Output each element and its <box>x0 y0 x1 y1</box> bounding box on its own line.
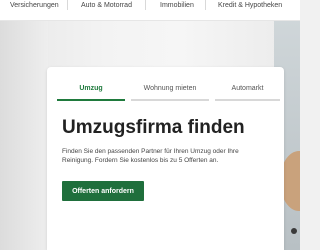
tab-indicator <box>215 99 280 101</box>
nav-item-auto-motorrad[interactable]: Auto & Motorrad <box>81 2 132 9</box>
nav-item-versicherungen[interactable]: Versicherungen <box>10 2 59 9</box>
tab-label: Umzug <box>79 85 103 92</box>
page-title: Umzugsfirma finden <box>62 117 245 138</box>
request-offers-button[interactable]: Offerten anfordern <box>62 181 144 201</box>
tab-label: Automarkt <box>231 85 264 92</box>
nav-divider <box>145 0 146 10</box>
nav-divider <box>67 0 68 10</box>
nav-divider <box>205 0 206 10</box>
hero-photo-detail <box>291 228 297 234</box>
top-navigation: Versicherungen Auto & Motorrad Immobilie… <box>0 0 300 21</box>
card-description: Finden Sie den passenden Partner für Ihr… <box>62 148 239 164</box>
hero-photo-left <box>0 21 48 250</box>
nav-item-immobilien[interactable]: Immobilien <box>160 2 194 9</box>
tab-indicator <box>131 99 209 101</box>
search-card: Umzug Wohnung mieten Automarkt Umzugsfir… <box>47 67 284 250</box>
tab-umzug[interactable]: Umzug <box>57 83 125 101</box>
tab-bar: Umzug Wohnung mieten Automarkt <box>57 83 280 103</box>
tab-indicator <box>57 99 125 101</box>
tab-automarkt[interactable]: Automarkt <box>215 83 280 101</box>
tab-label: Wohnung mieten <box>143 85 197 92</box>
nav-item-kredit-hypotheken[interactable]: Kredit & Hypotheken <box>218 2 282 9</box>
tab-wohnung-mieten[interactable]: Wohnung mieten <box>131 83 209 101</box>
